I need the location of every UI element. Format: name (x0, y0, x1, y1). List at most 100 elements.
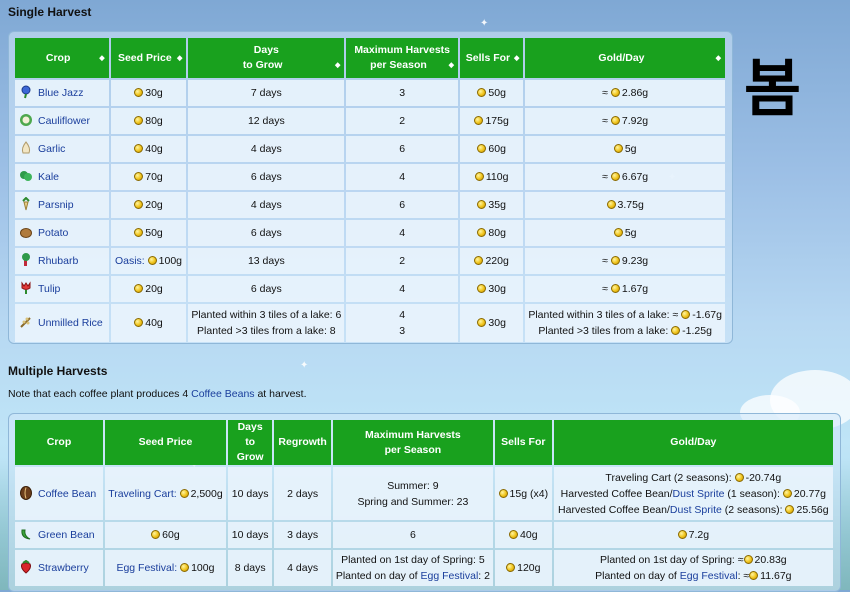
sparkle-icon: ✦ (300, 360, 309, 371)
header-gold-per-day[interactable]: Gold/Day (553, 420, 833, 465)
table-row: Cauliflower 80g 12 days 2 175g ≈ 7.92g (15, 108, 725, 134)
gold-per-day-cell: ≈ 9.23g (525, 248, 725, 274)
seed-price-cell: 40g (110, 136, 187, 162)
multiple-harvests-table: Crop Seed Price Days to Grow Regrowth Max… (13, 418, 835, 588)
crop-link[interactable]: Unmilled Rice (38, 317, 103, 329)
crop-link[interactable]: Green Bean (38, 529, 95, 541)
dust-sprite-link[interactable]: Dust Sprite (673, 488, 725, 500)
traveling-cart-link[interactable]: Traveling Cart: (108, 488, 176, 500)
seed-price-cell: Traveling Cart: 2,500g (105, 467, 226, 520)
table-row: Parsnip 20g 4 days 6 35g 3.75g (15, 192, 725, 218)
gold-coin-icon (734, 472, 744, 482)
header-seed-price[interactable]: Seed Price ◆ (110, 38, 187, 78)
gold-coin-icon (506, 563, 516, 572)
header-max-harvests[interactable]: Maximum Harvests per Season ◆ (346, 38, 458, 78)
crop-link[interactable]: Garlic (38, 143, 65, 155)
gold-coin-icon (610, 172, 620, 181)
crop-link[interactable]: Rhubarb (38, 255, 78, 267)
days-cell: 6 days (188, 220, 345, 246)
max-harvests-cell: 3 (346, 80, 458, 106)
crop-link[interactable]: Cauliflower (38, 115, 90, 127)
header-sells-for[interactable]: Sells For (494, 420, 552, 465)
gold-coin-icon (477, 200, 487, 209)
regrowth-cell: 2 days (274, 467, 331, 520)
gold-coin-icon (477, 88, 487, 97)
tulip-icon (19, 281, 33, 295)
oasis-link[interactable]: Oasis: (115, 255, 145, 267)
gold-coin-icon (671, 326, 681, 335)
header-sells-for[interactable]: Sells For ◆ (459, 38, 524, 78)
header-seed-price[interactable]: Seed Price (105, 420, 226, 465)
sort-icon[interactable]: ◆ (449, 58, 454, 73)
coffee-beans-link[interactable]: Coffee Beans (191, 388, 254, 400)
days-cell: Planted within 3 tiles of a lake: 6 Plant… (188, 304, 345, 342)
table-row: Blue Jazz 30g 7 days 3 50g ≈ 2.86g (15, 80, 725, 106)
crop-link[interactable]: Kale (38, 171, 59, 183)
regrowth-cell: 4 days (274, 550, 331, 586)
gold-coin-icon (610, 256, 620, 265)
gold-coin-icon (782, 488, 792, 498)
max-harvests-cell: 4 (346, 164, 458, 190)
coffee-note: Note that each coffee plant produces 4 C… (8, 388, 307, 400)
header-max-harvests[interactable]: Maximum Harvests per Season (332, 420, 493, 465)
crop-cell: Garlic (15, 136, 109, 162)
parsnip-icon (19, 196, 33, 211)
crop-link[interactable]: Tulip (38, 283, 60, 295)
sells-for-cell: 40g (494, 522, 552, 548)
seed-price-cell: 80g (110, 108, 187, 134)
sort-icon[interactable]: ◆ (335, 58, 340, 73)
max-harvests-cell: 4 (346, 276, 458, 302)
days-cell: 4 days (188, 136, 345, 162)
crop-link[interactable]: Blue Jazz (38, 87, 84, 99)
sort-icon[interactable]: ◆ (99, 51, 104, 66)
crop-link[interactable]: Coffee Bean (38, 488, 96, 500)
seed-price-cell: 40g (110, 304, 187, 342)
gold-coin-icon (474, 116, 484, 125)
gold-coin-icon (134, 116, 144, 125)
gold-coin-icon (151, 530, 161, 539)
garlic-icon (19, 141, 33, 155)
days-cell: 10 days (227, 522, 273, 548)
crop-cell: Coffee Bean (15, 467, 103, 520)
sells-for-cell: 220g (459, 248, 524, 274)
dust-sprite-link[interactable]: Dust Sprite (670, 504, 722, 516)
gold-coin-icon (477, 228, 487, 237)
crop-cell: Kale (15, 164, 109, 190)
days-cell: 10 days (227, 467, 273, 520)
header-crop[interactable]: Crop (15, 420, 103, 465)
crop-cell: Blue Jazz (15, 80, 109, 106)
gold-coin-icon (613, 228, 623, 237)
seed-price-cell: 50g (110, 220, 187, 246)
sells-for-cell: 15g (x4) (494, 467, 552, 520)
crop-link[interactable]: Parsnip (38, 199, 74, 211)
gold-coin-icon (134, 228, 144, 237)
rice-icon (19, 315, 33, 329)
egg-festival-link[interactable]: Egg Festival (421, 570, 479, 582)
gold-per-day-cell: ≈ 6.67g (525, 164, 725, 190)
sells-for-cell: 35g (459, 192, 524, 218)
seed-price-cell: 70g (110, 164, 187, 190)
crop-link[interactable]: Potato (38, 227, 68, 239)
gold-coin-icon (147, 256, 157, 265)
crop-cell: Strawberry (15, 550, 103, 586)
days-cell: 7 days (188, 80, 345, 106)
sort-icon[interactable]: ◆ (514, 51, 519, 66)
gold-coin-icon (134, 318, 144, 327)
max-harvests-cell: 2 (346, 108, 458, 134)
header-crop[interactable]: Crop ◆ (15, 38, 109, 78)
table-row: Potato 50g 6 days 4 80g 5g (15, 220, 725, 246)
header-gold-per-day[interactable]: Gold/Day ◆ (525, 38, 725, 78)
max-harvests-cell: Planted on 1st day of Spring: 5 Planted o… (332, 550, 493, 586)
max-harvests-cell: Summer: 9 Spring and Summer: 23 (332, 467, 493, 520)
egg-festival-link[interactable]: Egg Festival (680, 570, 738, 582)
sort-icon[interactable]: ◆ (177, 51, 182, 66)
header-days-to-grow[interactable]: Days to Grow ◆ (188, 38, 345, 78)
egg-festival-link[interactable]: Egg Festival: (116, 562, 177, 574)
crop-link[interactable]: Strawberry (38, 562, 89, 574)
header-regrowth[interactable]: Regrowth (274, 420, 331, 465)
sort-icon[interactable]: ◆ (716, 51, 721, 66)
section-title-multiple-harvests: Multiple Harvests (8, 364, 108, 378)
blue-jazz-icon (19, 85, 33, 99)
table-row: Green Bean 60g 10 days 3 days 6 40g 7.2g (15, 522, 833, 548)
header-days-to-grow[interactable]: Days to Grow (227, 420, 273, 465)
